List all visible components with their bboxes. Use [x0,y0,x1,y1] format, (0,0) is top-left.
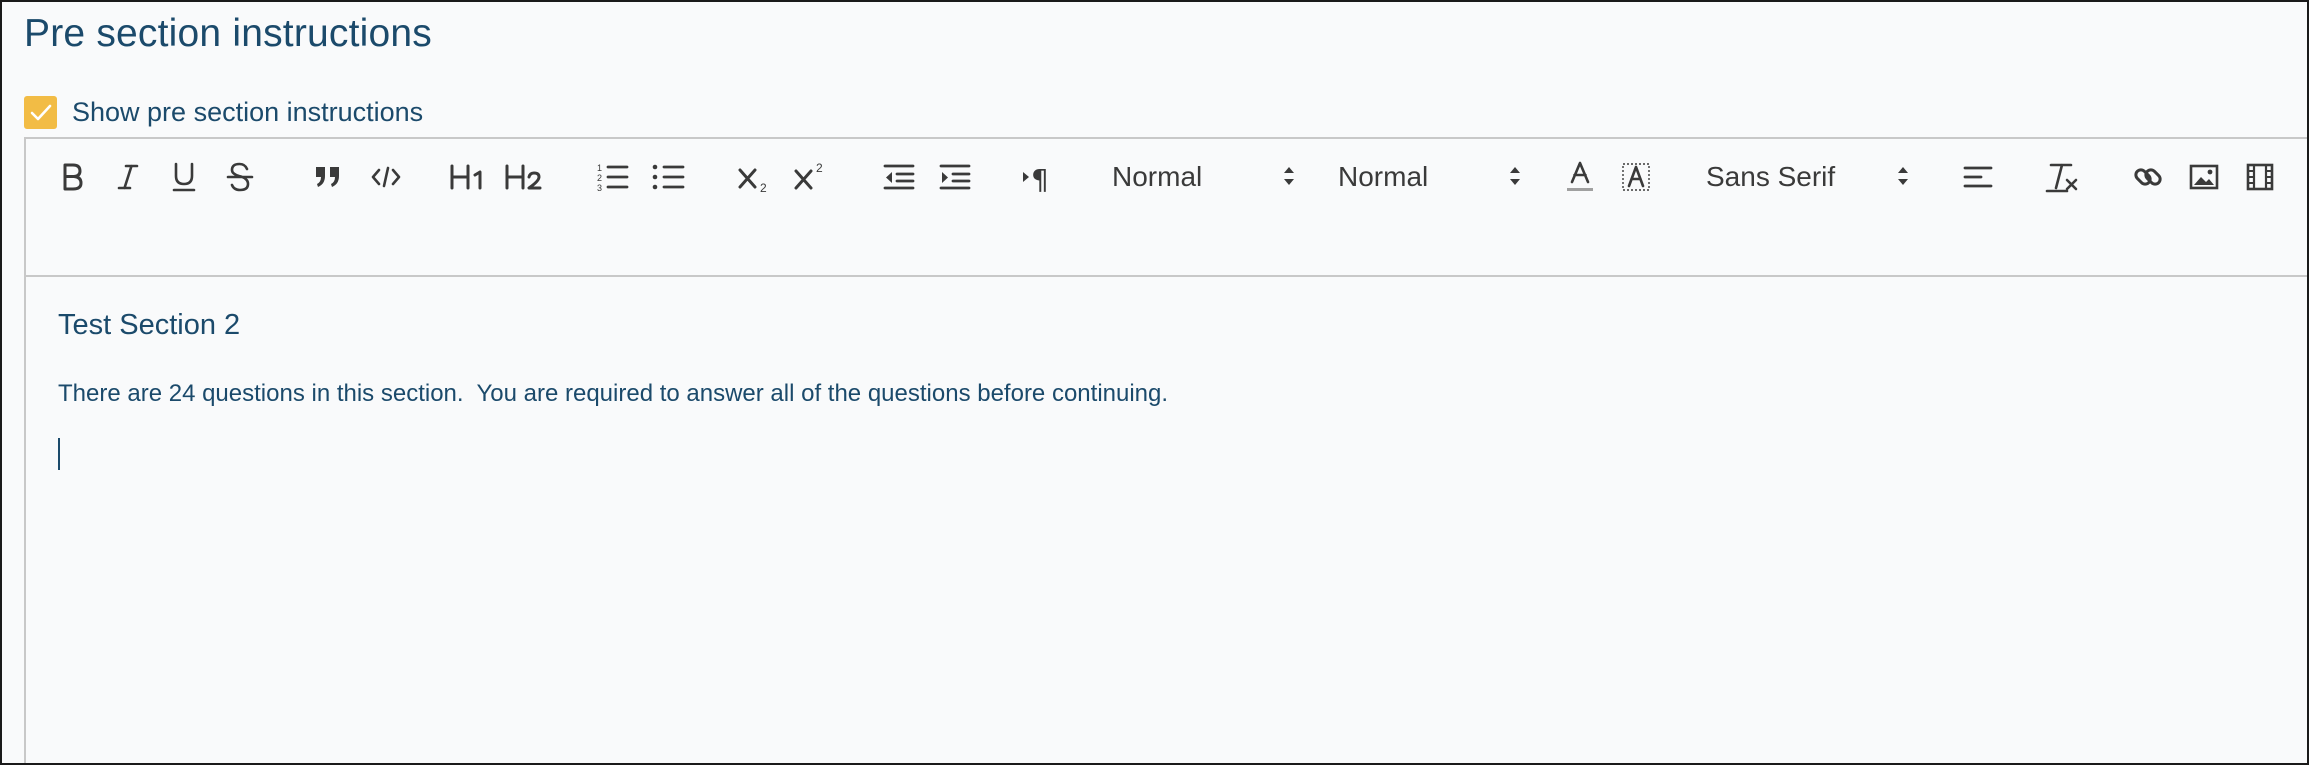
page-title: Pre section instructions [24,12,432,55]
subscript-button[interactable]: 2 [734,157,776,197]
clear-formatting-button[interactable] [2042,157,2082,197]
bullet-list-button[interactable] [648,157,688,197]
editor-content[interactable]: Test Section 2 There are 24 questions in… [58,309,1168,470]
superscript-button[interactable]: 2 [790,157,832,197]
image-icon [2189,164,2219,190]
text-color-button[interactable] [1560,157,1600,197]
indent-icon [939,164,971,190]
select-arrows-icon [1510,167,1520,185]
underline-icon [172,162,196,192]
svg-text:3: 3 [597,183,602,193]
outdent-button[interactable] [878,157,920,197]
align-left-icon [1963,166,1993,188]
header-select[interactable]: Normal [1112,157,1302,197]
font-select-value: Sans Serif [1706,161,1836,192]
checkbox-label: Show pre section instructions [72,97,424,127]
svg-text:1: 1 [597,163,602,173]
header-select-value: Normal [1112,161,1203,192]
strikethrough-icon [226,162,254,192]
superscript-icon: 2 [794,161,823,190]
svg-text:2: 2 [597,173,602,183]
code-block-button[interactable] [366,157,406,197]
ordered-list-button[interactable]: 1 2 3 [592,157,632,197]
show-instructions-checkbox[interactable] [24,96,57,129]
outdent-icon [883,164,915,190]
strike-button[interactable] [222,157,258,197]
indent-button[interactable] [934,157,976,197]
subscript-icon: 2 [738,168,767,193]
link-button[interactable] [2128,157,2168,197]
svg-text:¶: ¶ [1031,163,1049,192]
content-heading: Test Section 2 [58,309,241,341]
heading-2-icon [505,164,542,190]
align-button[interactable] [1958,157,1998,197]
bold-icon [63,163,83,191]
italic-button[interactable] [110,157,146,197]
content-paragraph: There are 24 questions in this section. … [58,380,1169,407]
svg-text:2: 2 [760,181,767,193]
background-color-button[interactable] [1616,157,1656,197]
quote-icon [316,167,339,187]
rich-text-editor: 1 2 3 2 2 ¶ Normal Normal Sans Serif Tes… [24,137,2307,763]
heading-1-icon [450,164,482,190]
instructions-panel: Pre section instructions Show pre sectio… [0,0,2309,765]
size-select[interactable]: Normal [1338,157,1528,197]
select-arrows-icon [1898,167,1908,185]
code-icon [371,166,401,188]
clear-format-icon [2045,163,2078,193]
text-cursor [58,438,60,470]
check-icon [30,104,51,120]
show-instructions-toggle[interactable]: Show pre section instructions [24,96,423,129]
text-color-icon [1567,161,1593,191]
video-button[interactable] [2240,157,2280,197]
text-direction-icon: ¶ [1023,163,1049,192]
header-1-button[interactable] [446,157,490,197]
blockquote-button[interactable] [308,157,348,197]
image-button[interactable] [2184,157,2224,197]
font-select[interactable]: Sans Serif [1706,157,1916,197]
link-icon [2134,168,2162,186]
header-2-button[interactable] [502,157,546,197]
italic-icon [117,164,139,190]
bullet-list-icon [652,164,685,190]
underline-button[interactable] [166,157,202,197]
ordered-list-icon: 1 2 3 [597,163,629,193]
bold-button[interactable] [54,157,90,197]
size-select-value: Normal [1338,161,1429,192]
highlight-color-icon [1622,163,1650,191]
svg-text:2: 2 [816,161,823,175]
video-icon [2246,163,2274,191]
editor-toolbar: 1 2 3 2 2 ¶ Normal Normal Sans Serif [26,139,2307,277]
direction-button[interactable]: ¶ [1018,157,1060,197]
select-arrows-icon [1284,167,1294,185]
